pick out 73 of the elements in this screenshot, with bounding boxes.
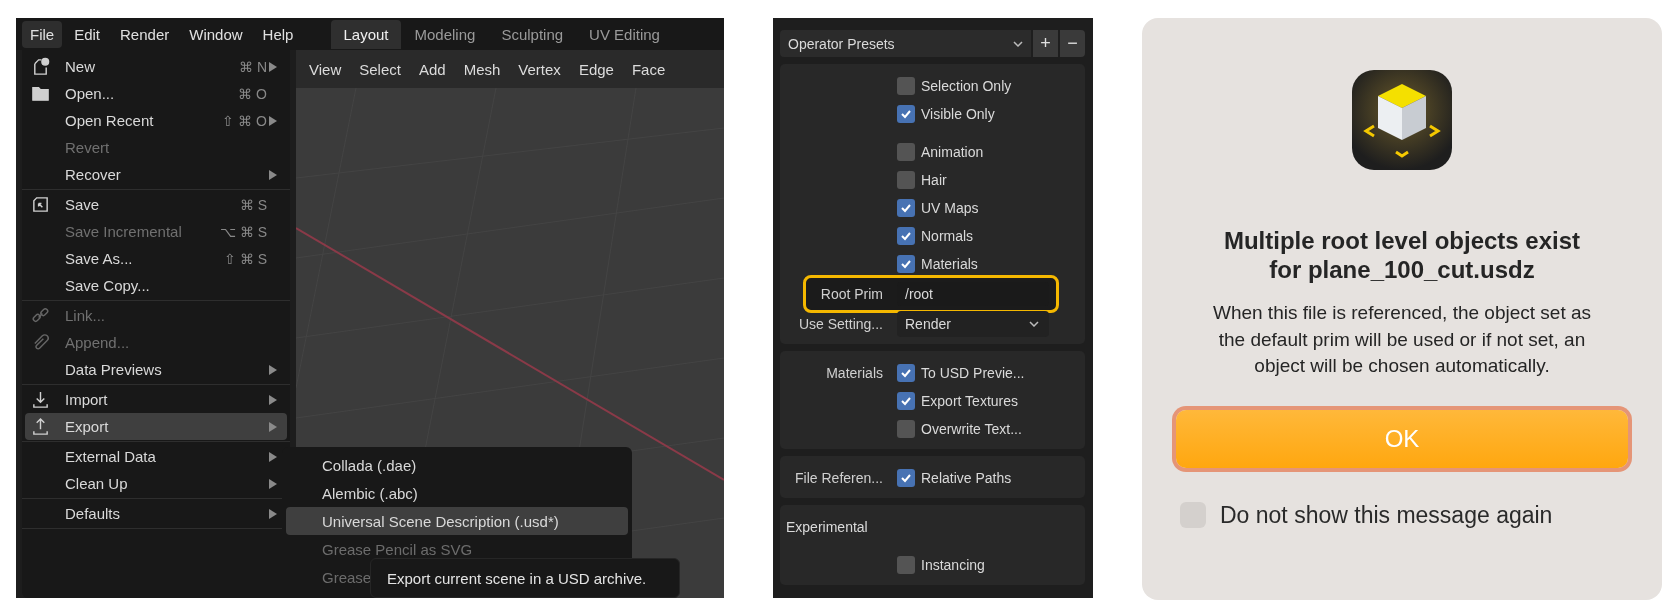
menu-item[interactable]: Save As... ⇧ ⌘ S <box>25 245 287 272</box>
tooltip: Export current scene in a USD archive. <box>370 558 680 598</box>
checkmark-icon <box>900 202 912 214</box>
checkbox[interactable]: Visible Only <box>897 105 995 123</box>
folder-icon <box>31 84 50 103</box>
menu-item[interactable]: Render <box>112 20 178 48</box>
checkbox[interactable]: Animation <box>897 143 984 161</box>
section-heading: Experimental <box>785 519 868 535</box>
workspace-tab[interactable]: Sculpting <box>489 19 576 49</box>
dialog-title: Multiple root level objects exist for plane_100_cut.usdz <box>1222 226 1582 284</box>
checkbox[interactable]: Hair <box>897 171 947 189</box>
menu-item[interactable]: Recover <box>25 161 287 188</box>
remove-preset-button[interactable]: − <box>1060 30 1085 57</box>
menu-item[interactable]: Collada (.dae) <box>286 451 628 479</box>
menu-item[interactable]: Import <box>25 386 287 413</box>
checkmark-icon <box>900 258 912 270</box>
menu-item[interactable]: Edit <box>66 20 109 48</box>
menu-item[interactable]: Universal Scene Description (.usd*) <box>286 507 628 535</box>
field-label: Materials <box>825 365 884 381</box>
dialog-message: When this file is referenced, the object set as the default prim will be used or if not set, an object will be chosen automatically. <box>1212 301 1592 378</box>
menu-item[interactable]: Window <box>181 20 251 48</box>
checkbox[interactable]: Instancing <box>897 556 985 574</box>
menu-item[interactable]: View <box>302 56 349 82</box>
menu-item[interactable]: Save ⌘ S <box>25 191 287 218</box>
checkbox[interactable]: Normals <box>897 227 974 245</box>
menu-item[interactable]: Save Copy... <box>25 272 287 299</box>
chevron-icon <box>1029 321 1039 327</box>
new-file-icon <box>31 57 50 76</box>
checkmark-icon <box>900 230 912 242</box>
menu-item[interactable]: Export <box>25 413 287 440</box>
workspace-tab[interactable]: UV Editing <box>577 19 672 49</box>
menu-item[interactable]: Mesh <box>456 56 508 82</box>
link-icon <box>31 306 50 325</box>
menu-item[interactable]: File <box>22 20 63 48</box>
app-icon <box>1352 70 1452 170</box>
checkmark-icon <box>900 367 912 379</box>
checkbox[interactable]: Export Textures <box>897 392 1018 410</box>
export-icon <box>31 417 50 436</box>
menu-item[interactable]: Open... ⌘ O <box>25 80 287 107</box>
workspace-tab[interactable]: Modeling <box>402 19 488 49</box>
menu-item[interactable]: Edge <box>571 56 621 82</box>
chevron-icon <box>1013 40 1023 47</box>
menu-item[interactable]: Add <box>411 56 453 82</box>
checkmark-icon <box>900 472 912 484</box>
checkbox[interactable]: To USD Previe... <box>897 364 1025 382</box>
menu-item[interactable]: Open Recent ⇧ ⌘ O <box>25 107 287 134</box>
checkbox[interactable]: Overwrite Text... <box>897 420 1022 438</box>
checkbox[interactable]: Selection Only <box>897 77 1012 95</box>
checkmark-icon <box>900 395 912 407</box>
preset-dropdown[interactable]: Operator Presets <box>780 30 1031 57</box>
menu-item[interactable]: Vertex <box>511 56 568 82</box>
menu-item[interactable]: Help <box>254 20 302 48</box>
add-preset-button[interactable]: + <box>1033 30 1058 57</box>
checkbox[interactable]: Relative Paths <box>897 469 1012 487</box>
workspace-tab[interactable]: Layout <box>331 19 401 49</box>
field-label: File Referen... <box>794 470 884 486</box>
menu-item[interactable]: Data Previews <box>25 356 287 383</box>
menu-item[interactable]: External Data <box>25 443 287 470</box>
checkbox[interactable]: Materials <box>897 255 978 273</box>
menu-item[interactable]: Clean Up <box>25 470 287 497</box>
menu-item[interactable]: Face <box>624 56 673 82</box>
checkbox[interactable]: Do not show this message again <box>1180 501 1553 529</box>
field-label: Root Prim <box>819 286 884 302</box>
save-icon <box>31 195 50 214</box>
menu-item[interactable]: Defaults <box>25 500 287 527</box>
menu-item[interactable]: Select <box>352 56 408 82</box>
dropdown[interactable]: Render <box>897 311 1049 337</box>
checkmark-icon <box>900 108 912 120</box>
field-label: Use Setting... <box>797 316 884 332</box>
checkbox[interactable]: UV Maps <box>897 199 979 217</box>
menu-item[interactable]: New ⌘ N <box>25 53 287 80</box>
menu-item[interactable]: Alembic (.abc) <box>286 479 628 507</box>
import-icon <box>31 390 50 409</box>
